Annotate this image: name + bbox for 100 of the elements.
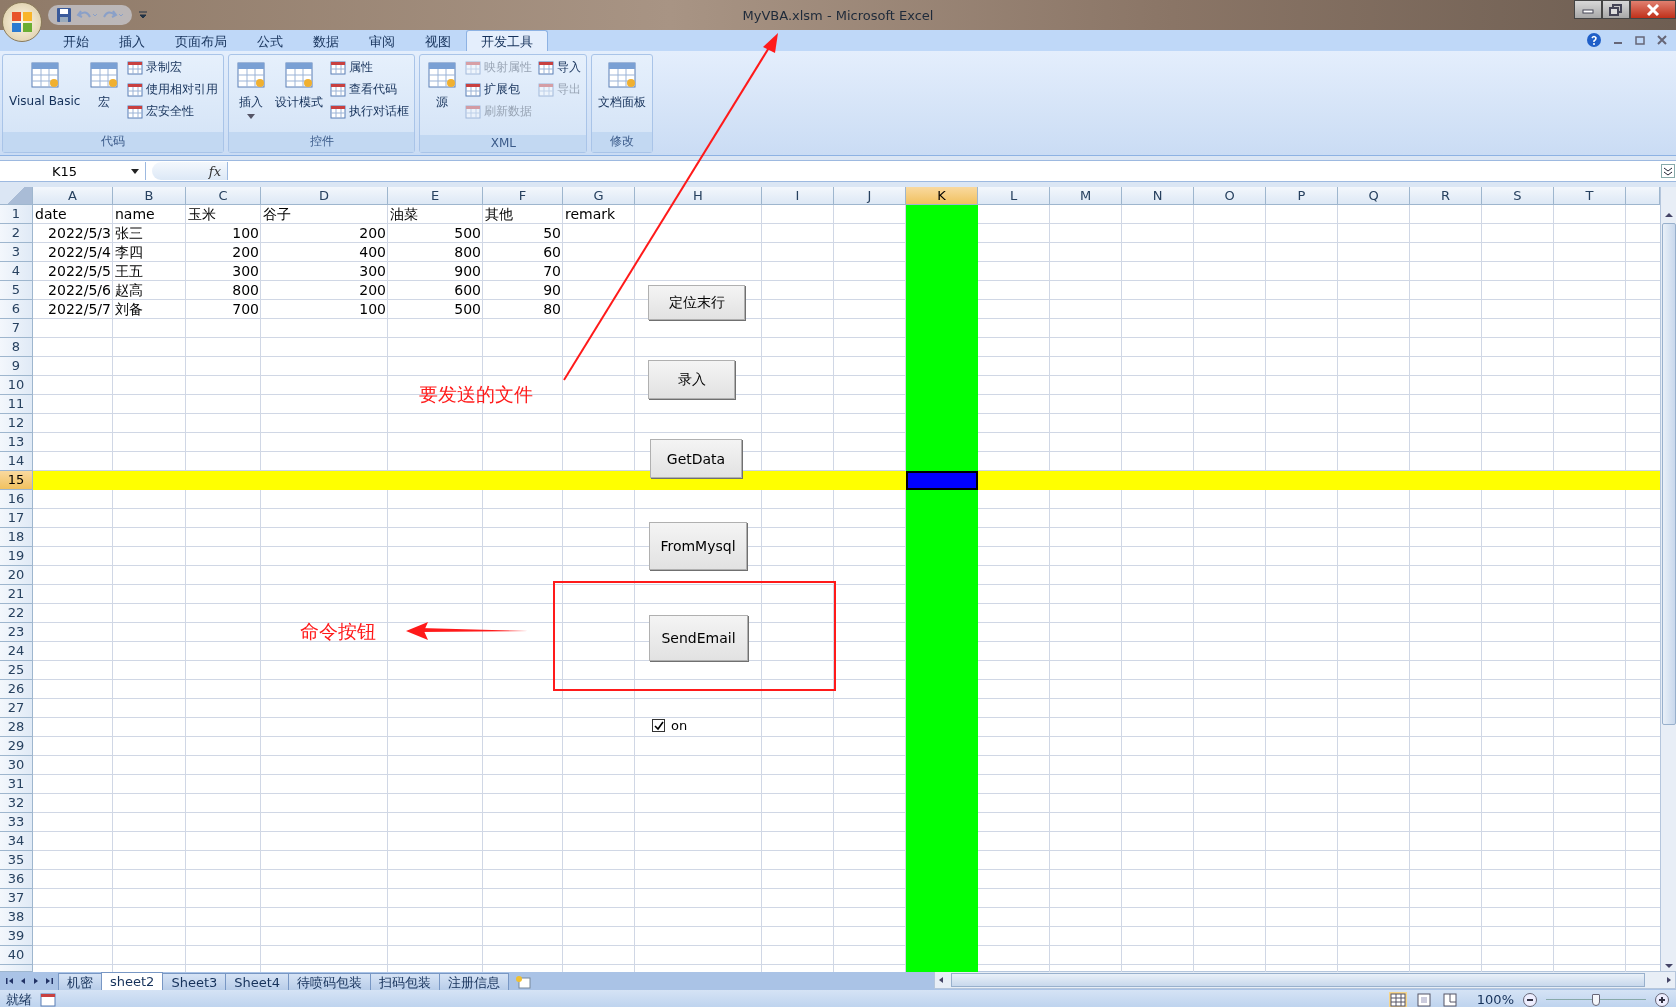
- sheet-tab[interactable]: 待喷码包装: [288, 973, 372, 990]
- row-header[interactable]: 18: [0, 528, 33, 547]
- row-header[interactable]: 31: [0, 775, 33, 794]
- row-header[interactable]: 34: [0, 832, 33, 851]
- help-icon[interactable]: [1586, 32, 1602, 48]
- restore-button[interactable]: [1602, 0, 1630, 19]
- column-header[interactable]: S: [1482, 187, 1554, 204]
- page-layout-icon[interactable]: [1414, 991, 1433, 1007]
- row-header[interactable]: 20: [0, 566, 33, 585]
- save-icon[interactable]: [56, 7, 72, 23]
- sheet-tab[interactable]: sheet2: [101, 972, 164, 990]
- row-header[interactable]: 37: [0, 889, 33, 908]
- zoom-in-icon[interactable]: [1654, 991, 1670, 1007]
- column-header[interactable]: G: [563, 187, 635, 204]
- ribbon-button[interactable]: 录制宏: [125, 57, 221, 78]
- slider-thumb[interactable]: [1592, 993, 1600, 1006]
- expand-icon[interactable]: [1661, 164, 1675, 178]
- insert-sheet-icon[interactable]: [515, 975, 532, 989]
- sheet-tab[interactable]: 机密: [58, 973, 102, 990]
- ribbon-button[interactable]: 使用相对引用: [125, 79, 221, 100]
- vertical-scrollbar[interactable]: [1660, 187, 1676, 972]
- column-header[interactable]: D: [261, 187, 388, 204]
- row-header[interactable]: 5: [0, 281, 33, 300]
- ribbon-button[interactable]: 源: [423, 57, 462, 133]
- column-header[interactable]: Q: [1338, 187, 1410, 204]
- restore-icon[interactable]: [1634, 34, 1646, 46]
- row-header[interactable]: 23: [0, 623, 33, 642]
- column-header[interactable]: N: [1122, 187, 1194, 204]
- scroll-thumb[interactable]: [951, 973, 1645, 987]
- row-header[interactable]: 12: [0, 414, 33, 433]
- column-header[interactable]: B: [113, 187, 186, 204]
- ribbon-button[interactable]: 宏安全性: [125, 101, 221, 122]
- row-header[interactable]: 3: [0, 243, 33, 262]
- row-header[interactable]: 15: [0, 471, 33, 490]
- row-header[interactable]: 7: [0, 319, 33, 338]
- ribbon-tab[interactable]: 数据: [298, 30, 354, 51]
- row-header[interactable]: 22: [0, 604, 33, 623]
- sheet-tab[interactable]: Sheet3: [162, 973, 227, 990]
- ribbon-tab[interactable]: 公式: [242, 30, 298, 51]
- ribbon-button[interactable]: 文档面板: [595, 57, 650, 130]
- column-header[interactable]: L: [978, 187, 1050, 204]
- ribbon-button[interactable]: 执行对话框: [328, 101, 412, 122]
- column-header[interactable]: C: [186, 187, 261, 204]
- ribbon-tab[interactable]: 开始: [48, 30, 104, 51]
- ribbon-tab[interactable]: 插入: [104, 30, 160, 51]
- row-header[interactable]: 40: [0, 946, 33, 965]
- row-header[interactable]: 6: [0, 300, 33, 319]
- row-header[interactable]: 35: [0, 851, 33, 870]
- ribbon-tab[interactable]: 视图: [410, 30, 466, 51]
- ribbon-button[interactable]: 属性: [328, 57, 412, 78]
- row-header[interactable]: 39: [0, 927, 33, 946]
- customize-caret-icon[interactable]: [138, 10, 148, 20]
- row-header[interactable]: 25: [0, 661, 33, 680]
- sheet-tab[interactable]: 扫码包装: [370, 973, 441, 990]
- row-header[interactable]: 26: [0, 680, 33, 699]
- row-header[interactable]: 13: [0, 433, 33, 452]
- ribbon-button[interactable]: 宏: [85, 57, 124, 130]
- checkbox[interactable]: [652, 719, 665, 732]
- row-header[interactable]: 19: [0, 547, 33, 566]
- column-header[interactable]: F: [483, 187, 563, 204]
- row-header[interactable]: 38: [0, 908, 33, 927]
- zoom-out-icon[interactable]: [1522, 991, 1538, 1007]
- zoom-level[interactable]: 100%: [1476, 992, 1514, 1007]
- name-box[interactable]: K15: [0, 162, 146, 180]
- row-header[interactable]: 30: [0, 756, 33, 775]
- close-button[interactable]: [1630, 0, 1676, 19]
- row-header[interactable]: 16: [0, 490, 33, 509]
- row-header[interactable]: 9: [0, 357, 33, 376]
- row-header[interactable]: 2: [0, 224, 33, 243]
- row-header[interactable]: 24: [0, 642, 33, 661]
- row-header[interactable]: 17: [0, 509, 33, 528]
- active-cell[interactable]: [906, 471, 978, 490]
- close-icon[interactable]: [1656, 34, 1668, 46]
- column-header[interactable]: A: [33, 187, 113, 204]
- ribbon-button[interactable]: 导入: [536, 57, 584, 78]
- row-header[interactable]: 32: [0, 794, 33, 813]
- ribbon-button[interactable]: 查看代码: [328, 79, 412, 100]
- row-header[interactable]: 4: [0, 262, 33, 281]
- row-header[interactable]: 28: [0, 718, 33, 737]
- row-header[interactable]: 36: [0, 870, 33, 889]
- column-header[interactable]: P: [1266, 187, 1338, 204]
- macro-record-icon[interactable]: [40, 992, 56, 1007]
- row-header[interactable]: 11: [0, 395, 33, 414]
- normal-view-icon[interactable]: [1388, 991, 1407, 1007]
- scroll-thumb[interactable]: [1661, 223, 1676, 725]
- row-header[interactable]: 14: [0, 452, 33, 471]
- column-header[interactable]: O: [1194, 187, 1266, 204]
- command-button[interactable]: 定位末行: [648, 285, 745, 320]
- first-sheet-icon[interactable]: [4, 975, 16, 987]
- page-break-icon[interactable]: [1440, 991, 1459, 1007]
- sheet-tab[interactable]: 注册信息: [439, 973, 510, 990]
- column-header[interactable]: K: [906, 187, 978, 204]
- row-header[interactable]: 27: [0, 699, 33, 718]
- column-header[interactable]: T: [1554, 187, 1626, 204]
- column-header[interactable]: E: [388, 187, 483, 204]
- ribbon-button[interactable]: Visual Basic: [6, 57, 84, 130]
- row-header[interactable]: 1: [0, 205, 33, 224]
- row-header[interactable]: 10: [0, 376, 33, 395]
- row-header[interactable]: 33: [0, 813, 33, 832]
- command-button[interactable]: 录入: [648, 360, 735, 399]
